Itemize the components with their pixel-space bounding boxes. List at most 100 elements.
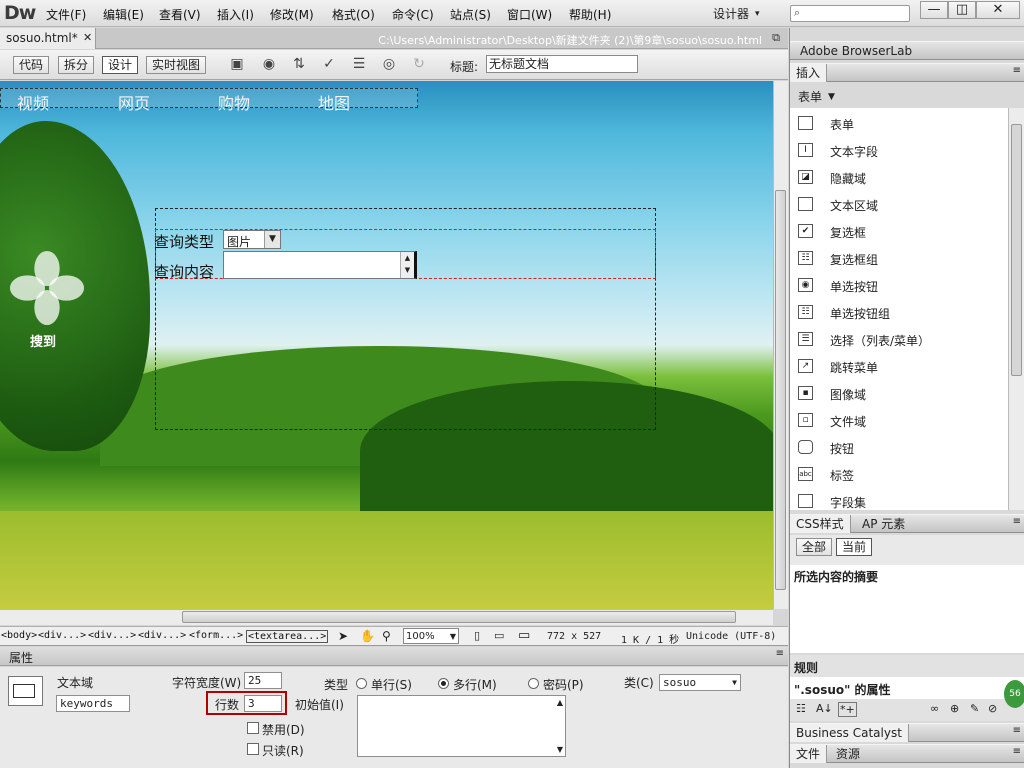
scroll-down-icon[interactable]: ▼ (557, 745, 563, 754)
insert-checkbox-group[interactable]: ☷ 复选框组 (798, 247, 1008, 269)
panel-menu-icon[interactable]: ≡ (1013, 746, 1021, 757)
panel-menu-icon[interactable]: ≡ (1013, 516, 1021, 527)
insert-hidden-field[interactable]: ◪ 隐藏域 (798, 166, 1008, 188)
menu-view[interactable]: 查看(V) (159, 6, 201, 23)
assets-tab[interactable]: 资源 (830, 745, 866, 763)
category-view-icon[interactable]: ☷ (796, 702, 806, 715)
insert-select[interactable]: ☰ 选择（列表/菜单） (798, 328, 1008, 350)
hand-tool-icon[interactable]: ✋ (360, 629, 375, 643)
zoom-tool-icon[interactable]: ⚲ (382, 629, 391, 643)
page-title-input[interactable]: 无标题文档 (486, 55, 638, 73)
textarea-scrollbar[interactable]: ▲ ▼ (400, 252, 414, 278)
panel-menu-icon[interactable]: ≡ (776, 648, 784, 659)
insert-scroll-thumb[interactable] (1011, 124, 1022, 376)
css-all-button[interactable]: 全部 (796, 538, 833, 556)
w3c-validation-icon[interactable]: ✓ (318, 56, 340, 74)
multiscreen-icon[interactable]: ▣ (226, 56, 248, 74)
insert-form[interactable]: 表单 (798, 112, 1008, 134)
set-properties-icon[interactable]: *+ (838, 702, 857, 717)
select-tool-icon[interactable]: ➤ (338, 629, 348, 643)
edit-rule-icon[interactable]: ✎ (970, 702, 979, 715)
live-view-button[interactable]: 实时视图 (146, 56, 207, 74)
nav-link-map[interactable]: 地图 (318, 90, 350, 114)
horizontal-scroll-thumb[interactable] (182, 611, 736, 623)
panel-menu-icon[interactable]: ≡ (1013, 65, 1021, 76)
class-select[interactable]: sosuo ▼ (659, 674, 741, 691)
readonly-checkbox[interactable] (247, 743, 259, 755)
zoom-select[interactable]: 100% ▼ (403, 628, 459, 644)
help-search-input[interactable]: ⌕ (790, 5, 910, 22)
restore-doc-icon[interactable]: ⧉ (772, 31, 780, 45)
browserlab-header[interactable]: Adobe BrowserLab (790, 41, 1024, 60)
textarea-name-input[interactable]: keywords (56, 695, 130, 712)
initial-value-textarea[interactable]: ▲ ▼ (357, 695, 566, 757)
menu-site[interactable]: 站点(S) (450, 6, 491, 23)
split-view-button[interactable]: 拆分 (58, 56, 95, 74)
insert-scrollbar[interactable] (1008, 108, 1024, 510)
css-current-button[interactable]: 当前 (836, 538, 873, 556)
insert-radio[interactable]: ◉ 单选按钮 (798, 274, 1008, 296)
document-tab[interactable]: sosuo.html* ✕ (0, 28, 96, 49)
menu-commands[interactable]: 命令(C) (392, 6, 434, 23)
insert-button[interactable]: 按钮 (798, 436, 1008, 458)
insert-category-select[interactable]: 表单 ▼ (798, 88, 835, 105)
panel-menu-icon[interactable]: ≡ (1013, 725, 1021, 736)
design-view-button[interactable]: 设计 (102, 56, 139, 74)
disabled-checkbox[interactable] (247, 722, 259, 734)
insert-jump-menu[interactable]: ↗ 跳转菜单 (798, 355, 1008, 377)
minimize-button[interactable]: — (920, 1, 948, 19)
type-multi-radio[interactable] (438, 678, 449, 689)
new-rule-icon[interactable]: ⊕ (950, 702, 959, 715)
nav-link-web[interactable]: 网页 (118, 90, 150, 114)
visual-aids-icon[interactable]: ◎ (378, 56, 400, 74)
menu-help[interactable]: 帮助(H) (569, 6, 611, 23)
insert-fieldset[interactable]: 字段集 (798, 490, 1008, 510)
tag-div[interactable]: <div...> (88, 630, 136, 641)
menu-modify[interactable]: 修改(M) (270, 6, 314, 23)
type-password-radio[interactable] (528, 678, 539, 689)
insert-image-field[interactable]: ▪ 图像域 (798, 382, 1008, 404)
close-button[interactable]: ✕ (976, 1, 1020, 19)
preview-browser-icon[interactable]: ◉ (258, 56, 280, 74)
type-single-radio[interactable] (356, 678, 367, 689)
tag-div[interactable]: <div...> (138, 630, 186, 641)
nav-link-shopping[interactable]: 购物 (218, 90, 250, 114)
business-catalyst-tab[interactable]: Business Catalyst (790, 724, 909, 742)
insert-textarea[interactable]: 文本区域 (798, 193, 1008, 215)
menu-insert[interactable]: 插入(I) (217, 6, 254, 23)
insert-file-field[interactable]: ▫ 文件域 (798, 409, 1008, 431)
nav-link-video[interactable]: 视频 (17, 90, 49, 114)
alpha-sort-icon[interactable]: A↓ (816, 702, 833, 715)
file-management-icon[interactable]: ⇅ (288, 56, 310, 74)
window-size-icon[interactable]: ▯ (474, 629, 480, 642)
restore-button[interactable]: ◫ (948, 1, 976, 19)
refresh-icon[interactable]: ↻ (408, 56, 430, 74)
properties-title[interactable]: 属性 (9, 649, 33, 666)
tablet-size-icon[interactable]: ▭ (494, 629, 504, 642)
disable-rule-icon[interactable]: ⊘ (988, 702, 997, 715)
design-canvas[interactable]: 搜到 视频 网页 购物 地图 查询类型 图片 ▼ 查询内容 ▲ ▼ (0, 81, 773, 609)
menu-window[interactable]: 窗口(W) (507, 6, 552, 23)
insert-radio-group[interactable]: ☷ 单选按钮组 (798, 301, 1008, 323)
keywords-textarea[interactable]: ▲ ▼ (223, 251, 417, 279)
css-styles-tab[interactable]: CSS样式 (790, 515, 851, 533)
insert-tab[interactable]: 插入 (790, 64, 828, 82)
ap-elements-tab[interactable]: AP 元素 (856, 515, 911, 533)
scroll-up-icon[interactable]: ▲ (557, 698, 563, 707)
tag-body[interactable]: <body> (1, 630, 37, 641)
check-browser-icon[interactable]: ☰ (348, 56, 370, 74)
window-size-readout[interactable]: 772 x 527 (547, 631, 601, 642)
tag-form[interactable]: <form...> (189, 630, 243, 641)
query-type-select[interactable]: 图片 ▼ (223, 230, 281, 249)
char-width-input[interactable]: 25 (244, 672, 282, 689)
insert-checkbox[interactable]: ✔ 复选框 (798, 220, 1008, 242)
insert-label[interactable]: abc 标签 (798, 463, 1008, 485)
menu-edit[interactable]: 编辑(E) (103, 6, 144, 23)
code-view-button[interactable]: 代码 (13, 56, 50, 74)
workspace-switcher[interactable]: 设计器 ▾ (713, 5, 760, 22)
menu-file[interactable]: 文件(F) (46, 6, 86, 23)
menu-format[interactable]: 格式(O) (332, 6, 375, 23)
tag-textarea[interactable]: <textarea...> (246, 630, 329, 643)
desktop-size-icon[interactable]: ▭ (518, 628, 530, 643)
attach-stylesheet-icon[interactable]: ∞ (930, 702, 939, 715)
